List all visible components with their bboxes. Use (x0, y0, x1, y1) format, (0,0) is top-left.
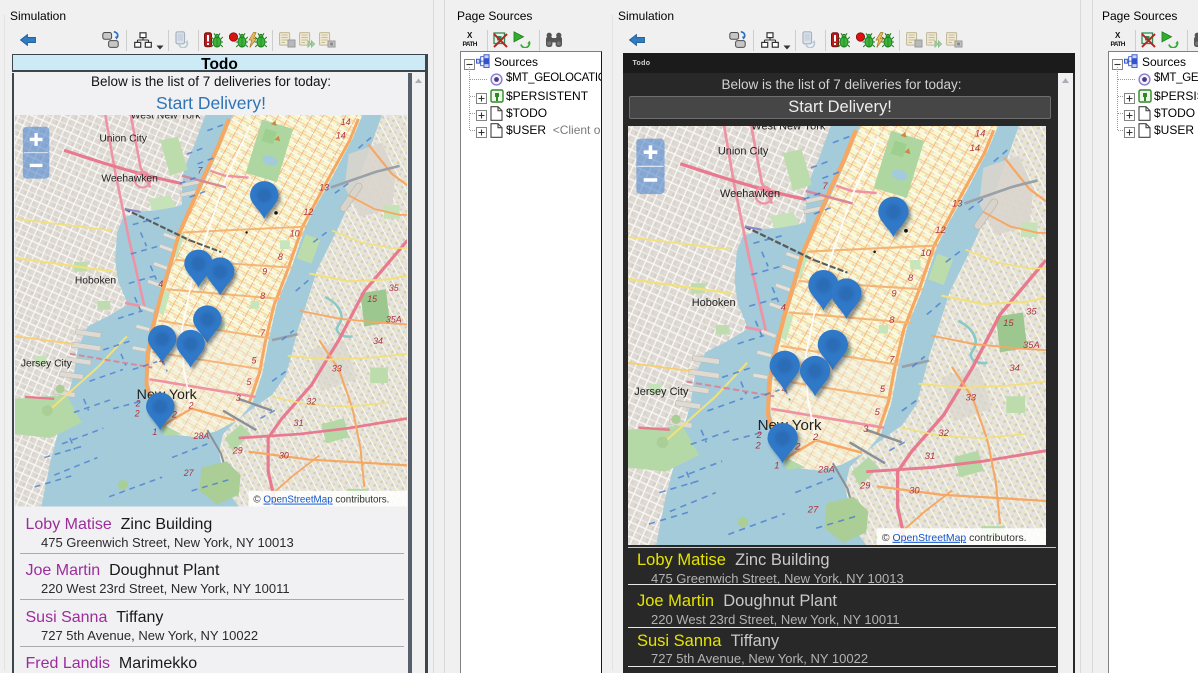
svg-text:X: X (1115, 31, 1121, 40)
svg-text:PATH: PATH (463, 41, 478, 47)
svg-text:PATH: PATH (1111, 41, 1126, 47)
svg-text:X: X (467, 31, 473, 40)
